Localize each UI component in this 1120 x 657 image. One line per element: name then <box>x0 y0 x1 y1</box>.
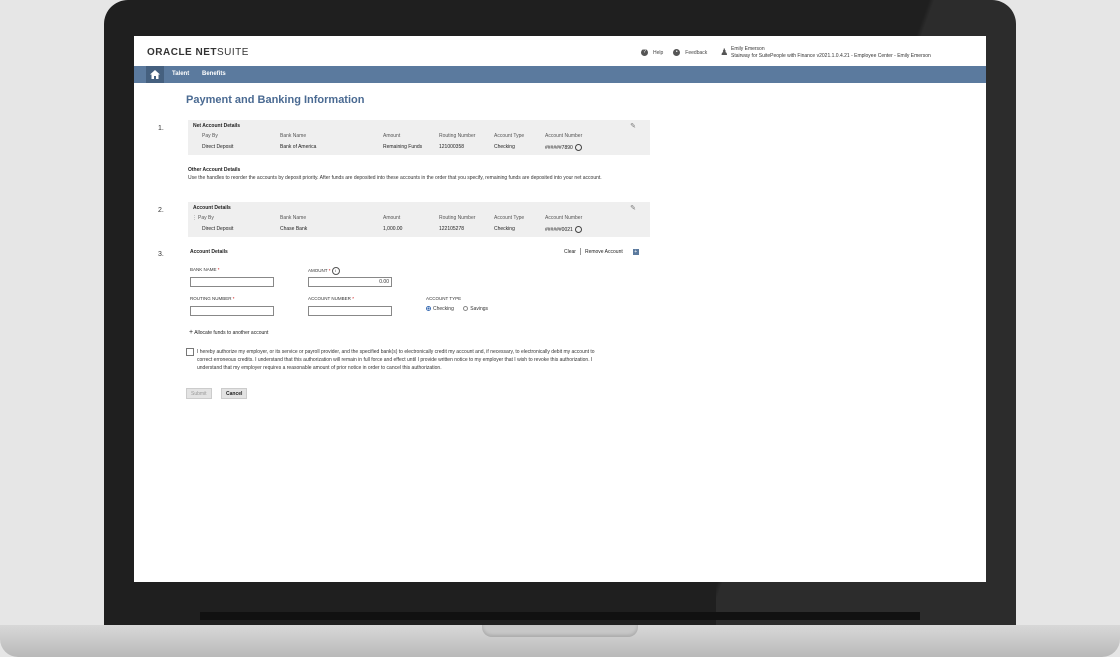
col-account-type: Account Type <box>494 133 525 139</box>
account-number-masked: ######7890 <box>545 144 573 151</box>
savings-radio[interactable] <box>463 306 469 312</box>
col-bank-name: Bank Name <box>280 215 307 221</box>
divider <box>579 248 581 255</box>
user-context: Stairway for SuitePeople with Finance v2… <box>731 53 931 59</box>
clear-button[interactable]: Clear <box>564 249 576 255</box>
checking-label: Checking <box>433 306 454 312</box>
required-marker: * <box>232 296 235 301</box>
cell-pay-by: Direct Deposit <box>202 144 234 150</box>
account-type-label: ACCOUNT TYPE <box>426 296 462 301</box>
step-number: 3. <box>158 251 164 258</box>
checking-radio[interactable] <box>426 306 431 312</box>
cell-amount: Remaining Funds <box>383 144 423 150</box>
col-account-number: Account Number <box>545 133 583 139</box>
required-marker: * <box>328 268 331 273</box>
allocate-funds-link[interactable]: + Allocate funds to another account <box>189 329 268 336</box>
feedback-link[interactable]: Feedback <box>685 50 707 56</box>
feedback-icon[interactable]: • <box>673 49 681 56</box>
page-title: Payment and Banking Information <box>186 94 365 106</box>
bank-name-input[interactable] <box>190 277 274 287</box>
edit-pencil-icon[interactable]: ✎ <box>630 204 636 212</box>
home-icon <box>150 70 160 79</box>
cell-account-type: Checking <box>494 226 515 232</box>
account-number-masked: ######0021 <box>545 226 573 233</box>
logo-suite: SUITE <box>217 47 249 58</box>
amount-label-text: AMOUNT <box>308 268 328 273</box>
step-number: 1. <box>158 125 164 132</box>
edit-pencil-icon[interactable]: ✎ <box>630 122 636 130</box>
top-header: ORACLE NETSUITE ? Help • Feedback ♟ Emil… <box>134 36 986 66</box>
add-account-icon[interactable]: + <box>632 248 639 255</box>
cell-amount: 1,000.00 <box>383 226 403 232</box>
cell-account-number: ######0021 <box>545 226 582 233</box>
savings-label: Savings <box>470 306 489 312</box>
nav-talent[interactable]: Talent <box>172 71 189 77</box>
cell-pay-by: Direct Deposit <box>202 226 234 232</box>
submit-button[interactable]: Submit <box>186 388 212 399</box>
required-marker: * <box>217 267 220 272</box>
cell-routing-number: 121000358 <box>439 144 465 150</box>
step-number: 2. <box>158 207 164 214</box>
authorization-text: I hereby authorize my employer, or its s… <box>197 349 595 371</box>
authorize-checkbox[interactable] <box>186 348 194 356</box>
cancel-button[interactable]: Cancel <box>221 388 248 399</box>
show-number-icon[interactable] <box>574 226 582 233</box>
amount-input[interactable]: 0.00 <box>308 277 392 287</box>
logo-brand: ORACLE <box>147 47 193 58</box>
allocate-label: Allocate funds to another account <box>194 330 269 336</box>
user-name: Emily Emerson <box>731 46 765 52</box>
info-icon[interactable]: i <box>331 267 340 275</box>
app-screen: ORACLE NETSUITE ? Help • Feedback ♟ Emil… <box>134 36 986 582</box>
col-account-type: Account Type <box>494 215 525 221</box>
required-marker: * <box>352 296 354 301</box>
user-block[interactable]: Emily Emerson Stairway for SuitePeople w… <box>731 46 931 60</box>
cell-account-number: ######7890 <box>545 144 582 151</box>
bank-name-label: BANK NAME * <box>190 267 220 272</box>
col-amount: Amount <box>383 215 401 221</box>
cell-routing-number: 122105278 <box>439 226 465 232</box>
net-account-box: Net Account Details ✎ Pay By Bank Name A… <box>188 120 650 155</box>
main-nav: Talent Benefits <box>134 66 986 83</box>
amount-label: AMOUNT * i <box>308 267 340 275</box>
nav-benefits[interactable]: Benefits <box>202 71 226 77</box>
show-number-icon[interactable] <box>574 144 582 151</box>
routing-number-input[interactable] <box>190 306 274 316</box>
user-roles-icon[interactable]: ♟ <box>720 47 728 58</box>
bank-name-label-text: BANK NAME <box>190 267 217 272</box>
account-number-label: ACCOUNT NUMBER * <box>308 296 354 301</box>
account-3-title: Account Details <box>190 249 228 255</box>
other-account-title: Other Account Details <box>188 167 241 173</box>
logo-net: NET <box>195 47 218 58</box>
plus-icon: + <box>189 329 194 336</box>
col-bank-name: Bank Name <box>280 133 307 139</box>
cell-bank-name: Chase Bank <box>280 226 308 232</box>
col-pay-by: Pay By <box>198 215 214 221</box>
account-2-title: Account Details <box>193 205 231 211</box>
account-box-2[interactable]: Account Details ✎ ⋮ Pay By Bank Name Amo… <box>188 202 650 237</box>
help-icon[interactable]: ? <box>641 49 648 56</box>
col-routing-number: Routing Number <box>439 215 476 221</box>
header-tools: ? Help • Feedback ♟ <box>641 47 728 58</box>
col-account-number: Account Number <box>545 215 583 221</box>
netsuite-logo: ORACLE NETSUITE <box>147 47 249 58</box>
account-type-group: Checking Savings <box>426 306 488 312</box>
col-amount: Amount <box>383 133 401 139</box>
home-button[interactable] <box>146 66 164 83</box>
col-routing-number: Routing Number <box>439 133 476 139</box>
other-account-description: Use the handles to reorder the accounts … <box>188 175 602 181</box>
laptop-hinge <box>200 612 920 620</box>
account-number-label-text: ACCOUNT NUMBER <box>308 296 351 301</box>
routing-label-text: ROUTING NUMBER <box>190 296 232 301</box>
cell-account-type: Checking <box>494 144 515 150</box>
drag-handle-icon[interactable]: ⋮ <box>192 215 197 221</box>
net-account-title: Net Account Details <box>193 123 241 129</box>
help-link[interactable]: Help <box>653 50 663 56</box>
account-number-input[interactable] <box>308 306 392 316</box>
routing-number-label: ROUTING NUMBER * <box>190 296 235 301</box>
col-pay-by: Pay By <box>202 133 218 139</box>
laptop-notch <box>482 625 638 637</box>
cell-bank-name: Bank of America <box>280 144 317 150</box>
remove-account-button[interactable]: Remove Account <box>585 249 623 255</box>
account-3-actions: Clear Remove Account + <box>564 248 639 255</box>
